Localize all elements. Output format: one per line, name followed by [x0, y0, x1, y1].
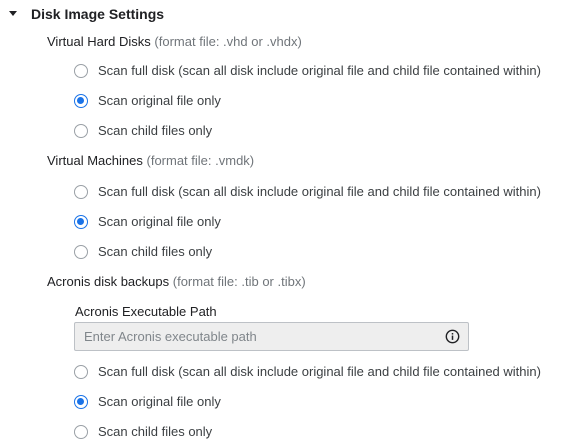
group-title-virtual-machines: Virtual Machines (format file: .vmdk)	[47, 152, 254, 169]
acronis-path-field[interactable]	[74, 322, 469, 351]
vm-scan-full-disk-option[interactable]: Scan full disk (scan all disk include or…	[74, 182, 574, 204]
caret-down-icon[interactable]	[9, 11, 17, 16]
group-title-virtual-hard-disks: Virtual Hard Disks (format file: .vhd or…	[47, 33, 302, 50]
vhd-scan-full-disk-option[interactable]: Scan full disk (scan all disk include or…	[74, 61, 574, 83]
radio-label: Scan original file only	[98, 214, 221, 229]
format-note: (format file: .vhd or .vhdx)	[154, 34, 302, 49]
format-note: (format file: .tib or .tibx)	[172, 274, 306, 289]
radio-button-checked[interactable]	[74, 94, 88, 108]
radio-label: Scan child files only	[98, 244, 213, 259]
acronis-path-label: Acronis Executable Path	[75, 304, 217, 319]
vhd-scan-child-files-option[interactable]: Scan child files only	[74, 121, 574, 143]
radio-button[interactable]	[74, 425, 88, 439]
info-icon[interactable]	[445, 329, 460, 344]
vhd-scan-original-file-option[interactable]: Scan original file only	[74, 91, 574, 113]
radio-button[interactable]	[74, 365, 88, 379]
disk-image-settings-header[interactable]: Disk Image Settings	[0, 0, 577, 28]
radio-button-checked[interactable]	[74, 215, 88, 229]
radio-label: Scan child files only	[98, 424, 213, 439]
vm-scan-original-file-option[interactable]: Scan original file only	[74, 212, 574, 234]
group-title-text: Virtual Hard Disks	[47, 34, 151, 49]
group-title-text: Virtual Machines	[47, 153, 143, 168]
acronis-scan-original-file-option[interactable]: Scan original file only	[74, 392, 574, 414]
format-note: (format file: .vmdk)	[146, 153, 255, 168]
radio-label: Scan child files only	[98, 123, 213, 138]
radio-button[interactable]	[74, 124, 88, 138]
radio-button[interactable]	[74, 245, 88, 259]
section-title: Disk Image Settings	[31, 6, 165, 22]
group-title-text: Acronis disk backups	[47, 274, 170, 289]
radio-button[interactable]	[74, 64, 88, 78]
radio-label: Scan full disk (scan all disk include or…	[98, 184, 541, 199]
group-title-acronis-disk-backups: Acronis disk backups (format file: .tib …	[47, 273, 306, 290]
acronis-path-input[interactable]	[75, 323, 444, 350]
radio-button-checked[interactable]	[74, 395, 88, 409]
acronis-scan-full-disk-option[interactable]: Scan full disk (scan all disk include or…	[74, 362, 574, 384]
vm-scan-child-files-option[interactable]: Scan child files only	[74, 242, 574, 264]
radio-label: Scan original file only	[98, 394, 221, 409]
radio-label: Scan original file only	[98, 93, 221, 108]
radio-label: Scan full disk (scan all disk include or…	[98, 364, 541, 379]
acronis-scan-child-files-option[interactable]: Scan child files only	[74, 422, 574, 444]
radio-button[interactable]	[74, 185, 88, 199]
radio-label: Scan full disk (scan all disk include or…	[98, 63, 541, 78]
